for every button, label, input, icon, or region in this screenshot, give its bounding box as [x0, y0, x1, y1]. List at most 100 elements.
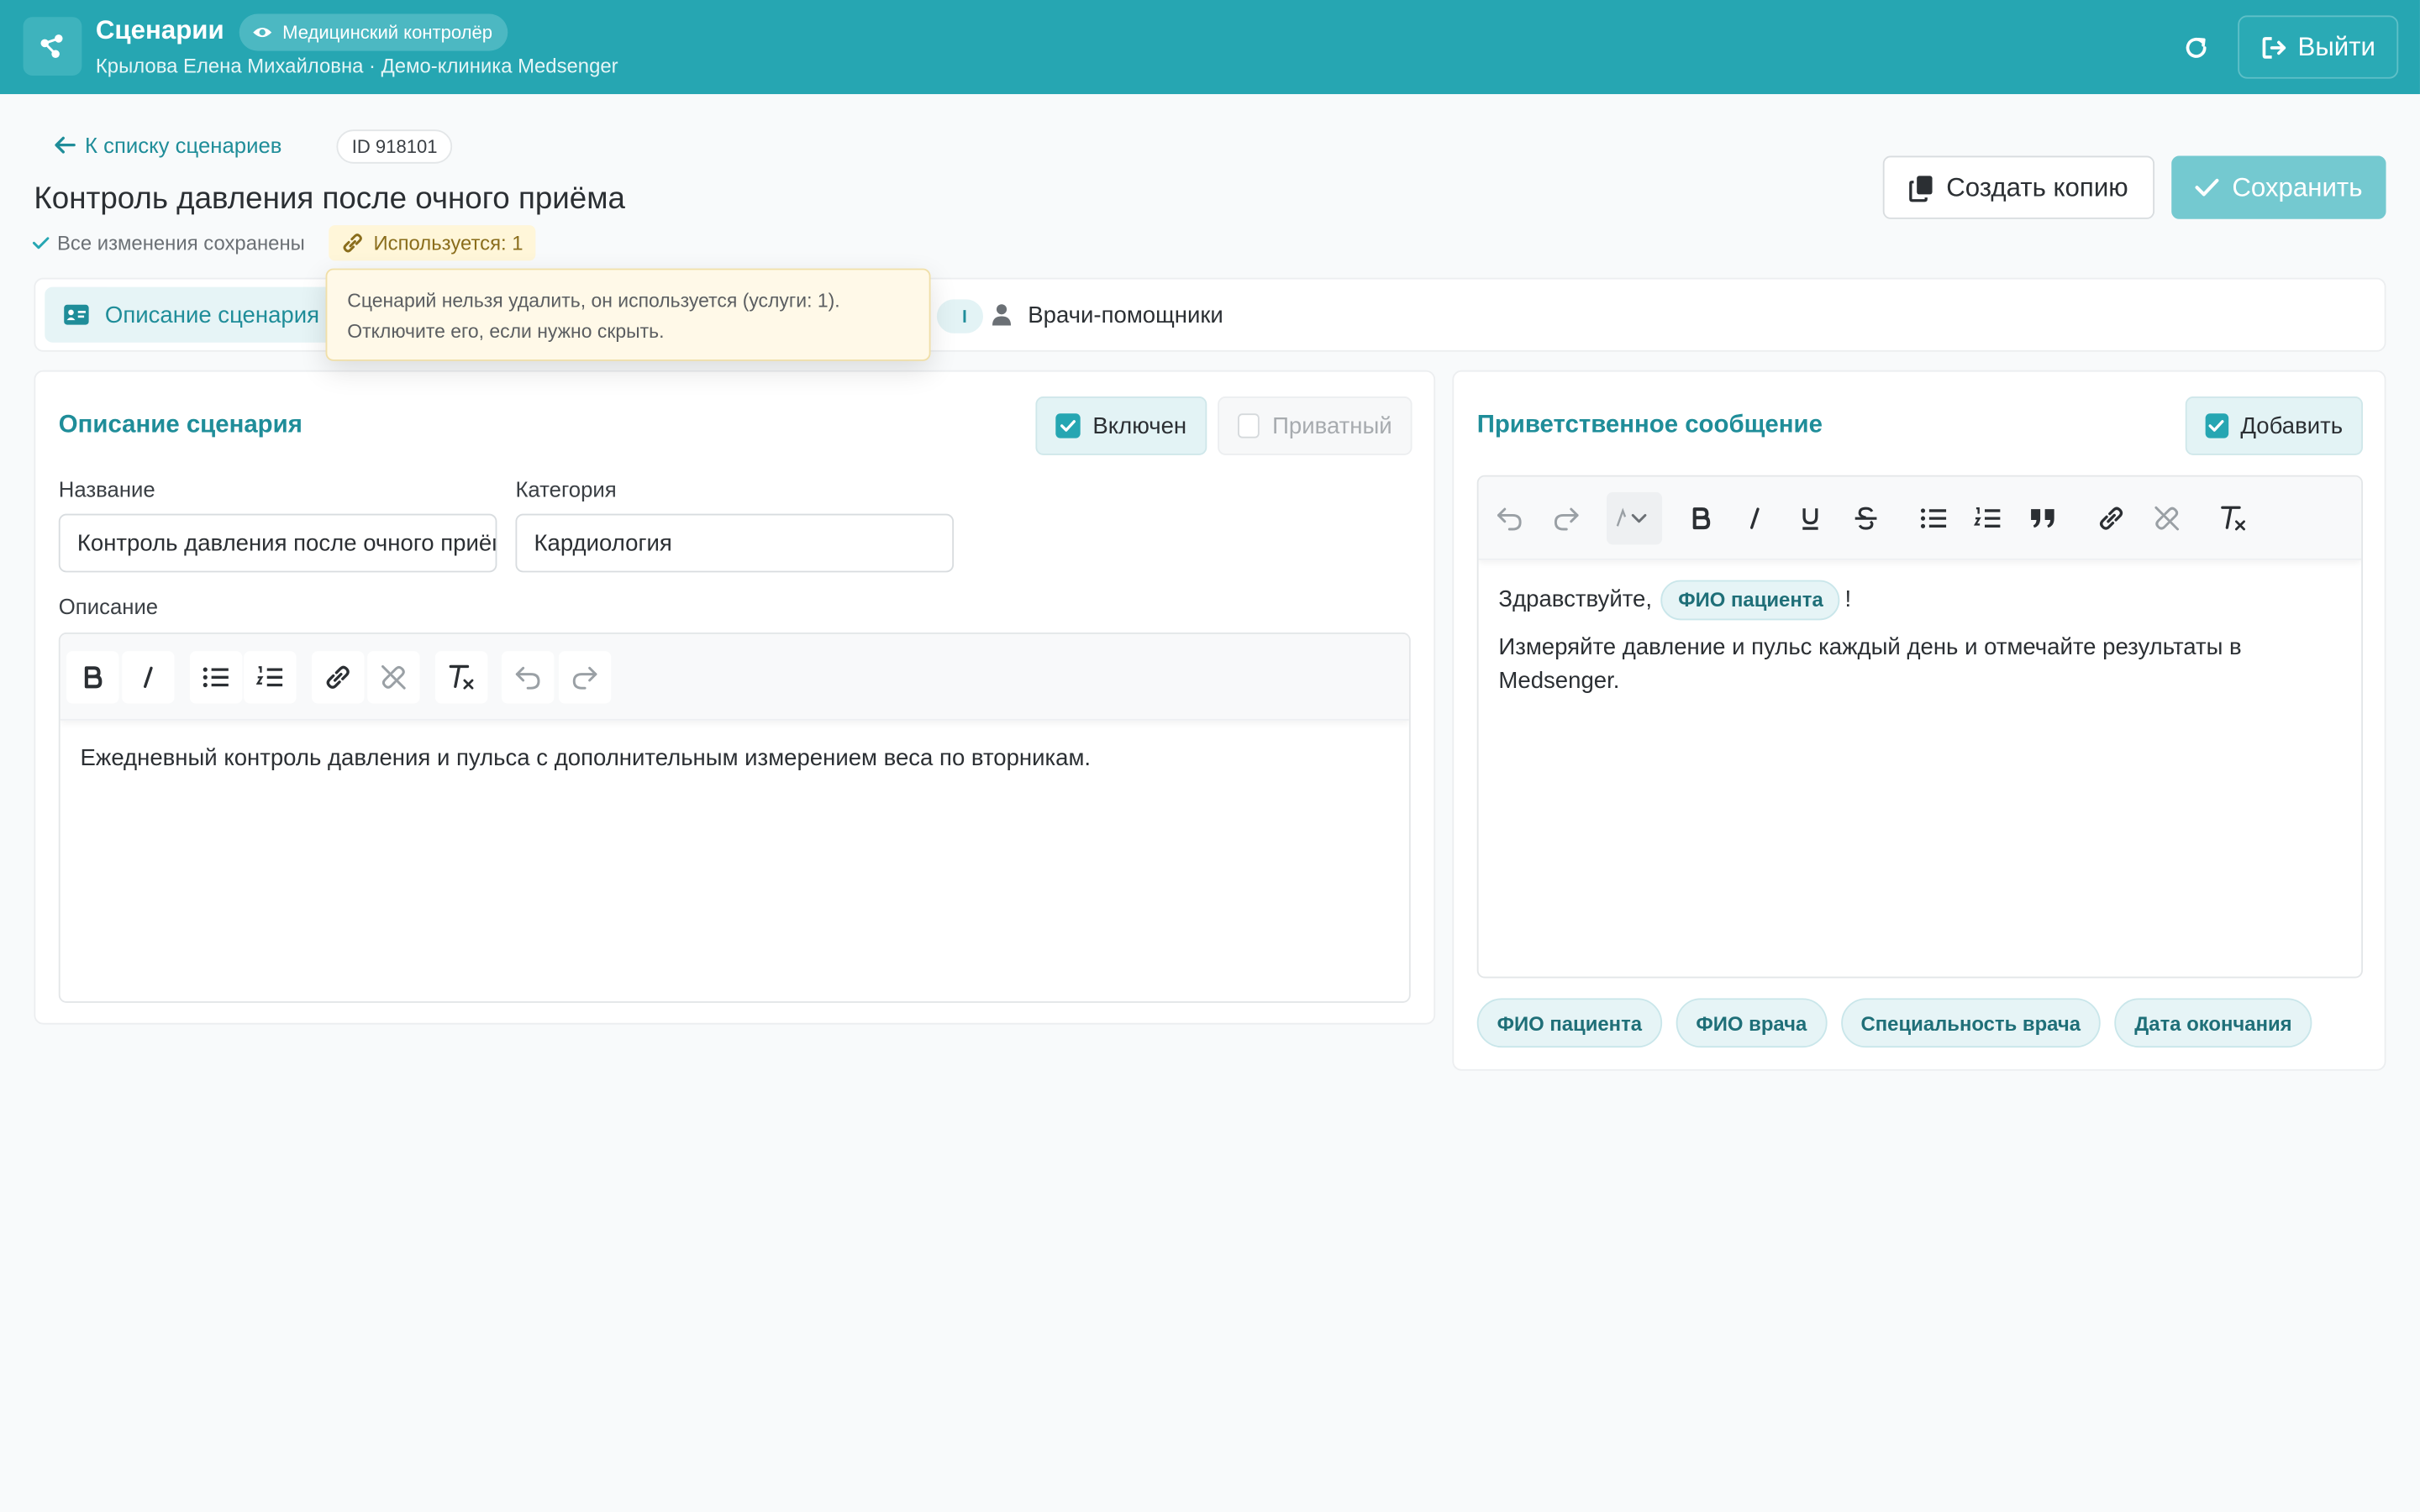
undo-icon: [515, 666, 540, 690]
unlink-icon: [2154, 506, 2180, 531]
copy-icon: [1909, 175, 1933, 202]
bold-icon: [84, 666, 103, 689]
count-glyph-icon: [963, 310, 966, 323]
add-welcome-toggle[interactable]: Добавить: [2185, 396, 2363, 455]
check-icon: [32, 237, 50, 249]
welcome-message-card: Приветственное сообщение Добавить Здравс…: [1452, 370, 2386, 1071]
clear-format-icon: [449, 664, 474, 690]
clear-format-button[interactable]: [2207, 492, 2259, 544]
save-label: Сохранить: [2232, 171, 2363, 202]
bullet-list-button[interactable]: [189, 651, 243, 704]
blockquote-button[interactable]: [2018, 492, 2070, 544]
add-welcome-checkbox[interactable]: [2205, 413, 2228, 438]
tooltip-line-2: Отключите его, если нужно скрыть.: [347, 321, 665, 343]
private-toggle[interactable]: Приватный: [1218, 396, 1413, 455]
usage-label: Используется: 1: [373, 231, 523, 255]
numbered-list-button[interactable]: [1961, 492, 2013, 544]
enabled-label: Включен: [1092, 412, 1187, 439]
undo-icon: [1497, 507, 1522, 531]
italic-button[interactable]: [1728, 492, 1781, 544]
tab-description[interactable]: Описание сценария: [45, 286, 339, 343]
welcome-editor[interactable]: Здравствуйте, ФИО пациента ! Измеряйте д…: [1476, 475, 2363, 979]
app-title: Сценарии: [95, 15, 224, 45]
bullet-list-button[interactable]: [1907, 492, 1960, 544]
insert-patient-name-chip[interactable]: ФИО пациента: [1476, 998, 1662, 1048]
back-link-label: К списку сценариев: [85, 132, 282, 158]
description-editor-content[interactable]: Ежедневный контроль давления и пульса с …: [81, 742, 1092, 775]
enabled-checkbox[interactable]: [1055, 413, 1081, 438]
numbered-list-icon: [255, 666, 283, 687]
greeting-text: Здравствуйте,: [1498, 585, 1653, 613]
tab-description-label: Описание сценария: [104, 302, 320, 328]
create-copy-label: Создать копию: [1946, 171, 2128, 202]
insert-doctor-specialty-chip[interactable]: Специальность врача: [1840, 998, 2101, 1048]
add-welcome-label: Добавить: [2240, 412, 2344, 439]
check-icon: [2209, 420, 2225, 432]
link-button[interactable]: [2085, 492, 2137, 544]
description-editor[interactable]: Ежедневный контроль давления и пульса с …: [58, 633, 1411, 1003]
top-bar: Сценарии Медицинский контролёр Крылова Е…: [0, 0, 2420, 95]
refresh-button[interactable]: [2176, 28, 2217, 68]
welcome-greeting-line[interactable]: Здравствуйте, ФИО пациента !: [1498, 580, 1851, 621]
check-icon: [1060, 420, 1076, 432]
bold-button[interactable]: [1675, 492, 1727, 544]
role-badge: Медицинский контролёр: [239, 13, 508, 51]
font-size-dropdown[interactable]: [1607, 491, 1663, 545]
italic-icon: [1750, 507, 1760, 529]
description-card-title: Описание сценария: [58, 412, 302, 438]
redo-button[interactable]: [1540, 492, 1592, 544]
unlink-icon: [381, 664, 406, 690]
save-status: Все изменения сохранены: [32, 231, 305, 255]
unlink-button[interactable]: [2141, 492, 2193, 544]
redo-button[interactable]: [558, 651, 612, 704]
link-icon: [343, 234, 362, 253]
variable-chips: ФИО пациента ФИО врача Специальность вра…: [1476, 998, 2312, 1048]
tab-assistant-doctors-label: Врачи-помощники: [1028, 302, 1223, 328]
tab-assistant-doctors[interactable]: Врачи-помощники: [972, 287, 1242, 343]
welcome-editor-toolbar: [1478, 476, 2362, 560]
bold-button[interactable]: [66, 651, 119, 704]
underline-button[interactable]: [1784, 492, 1836, 544]
welcome-card-title: Приветственное сообщение: [1476, 412, 1823, 438]
usage-tooltip: Сценарий нельзя удалить, он используется…: [325, 268, 931, 361]
clear-format-icon: [2221, 506, 2245, 531]
description-card: Описание сценария Включен Приватный Назв…: [34, 370, 1436, 1025]
patient-name-variable[interactable]: ФИО пациента: [1661, 580, 1840, 621]
insert-doctor-name-chip[interactable]: ФИО врача: [1676, 998, 1828, 1048]
user-doctor-icon: [992, 304, 1012, 326]
private-label: Приватный: [1272, 412, 1392, 439]
logout-button[interactable]: Выйти: [2238, 15, 2399, 79]
unlink-button[interactable]: [367, 651, 420, 704]
bullet-list-icon: [1920, 508, 1947, 528]
usage-badge[interactable]: Используется: 1: [329, 225, 536, 261]
save-button[interactable]: Сохранить: [2171, 155, 2386, 219]
save-status-label: Все изменения сохранены: [56, 231, 305, 255]
welcome-message-text[interactable]: Измеряйте давление и пульс каждый день и…: [1498, 631, 2301, 699]
bullet-list-icon: [203, 667, 229, 688]
clear-format-button[interactable]: [434, 651, 488, 704]
enabled-toggle[interactable]: Включен: [1035, 396, 1207, 455]
tooltip-line-1: Сценарий нельзя удалить, он используется…: [347, 290, 840, 312]
description-field-label: Описание: [58, 594, 159, 619]
category-input[interactable]: Кардиология: [515, 513, 955, 573]
link-button[interactable]: [312, 651, 365, 704]
back-to-list-link[interactable]: К списку сценариев: [54, 133, 281, 157]
name-input[interactable]: Контроль давления после очного приёма: [58, 513, 497, 573]
name-field-label: Название: [58, 476, 155, 501]
category-field-label: Категория: [515, 476, 617, 501]
create-copy-button[interactable]: Создать копию: [1882, 155, 2155, 219]
link-icon: [326, 665, 350, 689]
italic-button[interactable]: [122, 651, 175, 704]
scenario-id-badge: ID 918101: [336, 129, 453, 164]
undo-button[interactable]: [501, 651, 555, 704]
strikethrough-icon: [1854, 507, 1877, 530]
private-checkbox[interactable]: [1238, 413, 1260, 438]
app-logo[interactable]: [23, 17, 82, 76]
undo-button[interactable]: [1483, 492, 1535, 544]
insert-end-date-chip[interactable]: Дата окончания: [2114, 998, 2312, 1048]
numbered-list-button[interactable]: [244, 651, 297, 704]
description-editor-toolbar: [60, 633, 1409, 721]
strikethrough-button[interactable]: [1839, 492, 1891, 544]
italic-icon: [143, 666, 153, 688]
role-label: Медицинский контролёр: [282, 21, 493, 44]
